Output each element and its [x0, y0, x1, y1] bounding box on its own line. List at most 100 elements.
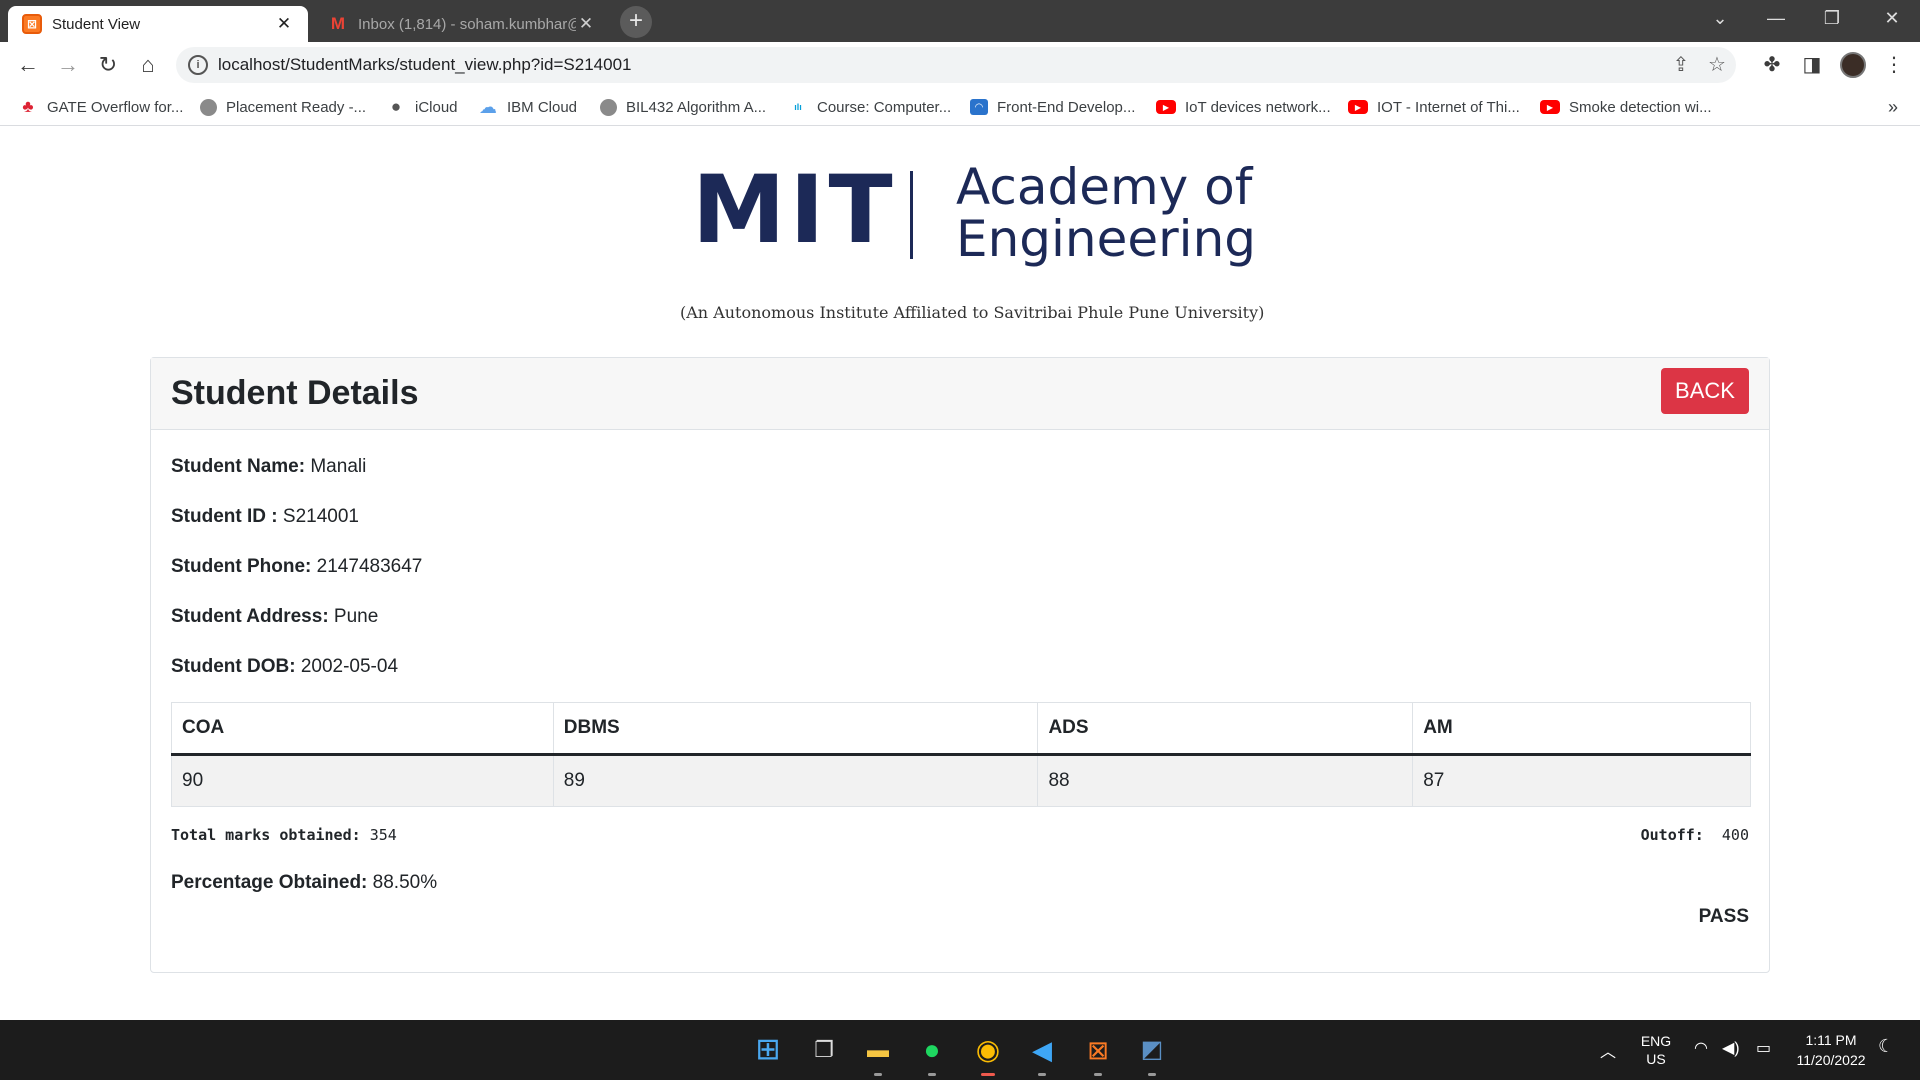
site-info-icon[interactable]: i	[188, 55, 208, 75]
page-title: Student Details	[171, 374, 419, 412]
forward-arrow-icon[interactable]: →	[52, 49, 84, 81]
tab-student-view[interactable]: ⊠ Student View ✕	[8, 6, 308, 42]
clock[interactable]: 1:11 PM 11/20/2022	[1790, 1030, 1872, 1070]
total-label: Total marks obtained:	[171, 826, 361, 844]
lang-line1: ENG	[1640, 1033, 1672, 1049]
tab-inbox[interactable]: M Inbox (1,814) - soham.kumbhar@ ✕	[314, 6, 610, 42]
globe-icon	[600, 98, 617, 116]
coursera-icon: ◠	[970, 99, 988, 115]
minimize-button[interactable]: —	[1748, 0, 1804, 36]
wifi-icon[interactable]: ◠	[1694, 1038, 1708, 1058]
restore-button[interactable]: ❐	[1804, 0, 1860, 36]
table-row: 90 89 88 87	[171, 754, 1751, 807]
table-header-cell: COA	[171, 702, 554, 756]
result-status: PASS	[1698, 906, 1749, 927]
bookmark-label: iCloud	[415, 98, 458, 116]
marks-table: COA DBMS ADS AM 90 89 88 87	[171, 702, 1751, 807]
logo-academy-text: Academy of Engineering	[956, 161, 1256, 265]
bookmark-label: Smoke detection wi...	[1569, 98, 1712, 116]
volume-icon[interactable]: ◀)	[1722, 1038, 1740, 1058]
star-icon[interactable]: ☆	[1702, 50, 1732, 80]
table-cell: 89	[552, 754, 1039, 807]
browser-toolbar: ← → ↻ ⌂ i localhost/StudentMarks/student…	[0, 42, 1920, 88]
globe-icon	[200, 98, 217, 116]
page-content: MIT Academy of Engineering (An Autonomou…	[0, 127, 1920, 1020]
windows-start-icon[interactable]: ⊞	[748, 1030, 788, 1070]
bookmark-smoke-detection[interactable]: ▶ Smoke detection wi...	[1540, 88, 1712, 126]
language-indicator[interactable]: ENG US	[1636, 1032, 1676, 1068]
table-header-cell: DBMS	[552, 702, 1039, 756]
bookmark-ibm-cloud[interactable]: ☁ IBM Cloud	[478, 88, 577, 126]
table-cell: 88	[1037, 754, 1414, 807]
bookmark-gate-overflow[interactable]: ♣ GATE Overflow for...	[18, 88, 183, 126]
avatar[interactable]	[1840, 52, 1866, 78]
student-id-field: Student ID : S214001	[171, 506, 359, 528]
battery-icon[interactable]: ▭	[1756, 1038, 1771, 1058]
logo-line2: Engineering	[956, 210, 1256, 268]
field-value: 2002-05-04	[300, 656, 399, 677]
xampp-icon[interactable]: ⊠	[1078, 1030, 1118, 1076]
percentage-field: Percentage Obtained: 88.50%	[171, 872, 437, 894]
home-icon[interactable]: ⌂	[132, 49, 164, 81]
extensions-icon[interactable]: ✤	[1756, 49, 1788, 81]
close-icon[interactable]: ✕	[274, 14, 294, 34]
student-name-field: Student Name: Manali	[171, 456, 366, 478]
bookmark-course-computer[interactable]: ılı Course: Computer...	[788, 88, 951, 126]
windows-taskbar: ⊞ ❐ ▬ ● ◉ ◀ ⊠ ◩ ︿ ENG US ◠ ◀) ▭ 1:11 PM …	[0, 1020, 1920, 1080]
bookmark-placement-ready[interactable]: Placement Ready -...	[200, 88, 366, 126]
cloud-icon: ☁	[479, 96, 497, 117]
back-arrow-icon[interactable]: ←	[12, 49, 44, 81]
gmail-icon: M	[330, 14, 346, 33]
bookmark-label: Course: Computer...	[817, 98, 952, 116]
tab-search-icon[interactable]: ⌄	[1692, 0, 1748, 36]
more-bookmarks-icon[interactable]: »	[1888, 88, 1898, 126]
lang-line2: US	[1646, 1051, 1666, 1067]
address-bar[interactable]: i localhost/StudentMarks/student_view.ph…	[176, 47, 1736, 83]
menu-icon[interactable]: ⋮	[1878, 49, 1910, 81]
bookmark-icloud[interactable]: ● iCloud	[386, 88, 458, 126]
spotify-icon[interactable]: ●	[912, 1030, 952, 1076]
browser-tab-strip: ⊠ Student View ✕ M Inbox (1,814) - soham…	[0, 0, 1920, 42]
side-panel-icon[interactable]: ◨	[1796, 49, 1828, 81]
bookmark-iot-devices[interactable]: ▶ IoT devices network...	[1156, 88, 1331, 126]
field-label: Student Address:	[171, 606, 329, 627]
field-value: 2147483647	[316, 556, 423, 577]
outoff-marks: Outoff: 400	[1641, 826, 1749, 844]
bookmark-label: IoT devices network...	[1185, 98, 1331, 116]
close-icon[interactable]: ✕	[576, 14, 596, 34]
table-header-cell: AM	[1412, 702, 1751, 756]
tab-title: Student View	[52, 15, 141, 33]
bookmark-label: IOT - Internet of Thi...	[1377, 98, 1520, 116]
field-value: Manali	[310, 456, 367, 477]
vscode-icon[interactable]: ◀	[1022, 1030, 1062, 1076]
percentage-value: 88.50%	[372, 872, 438, 893]
outoff-value: 400	[1721, 826, 1749, 844]
url-text[interactable]: localhost/StudentMarks/student_view.php?…	[218, 47, 631, 83]
mysql-workbench-icon[interactable]: ◩	[1132, 1030, 1172, 1076]
share-icon[interactable]: ⇪	[1666, 50, 1696, 80]
bookmark-label: Placement Ready -...	[226, 98, 367, 116]
bookmark-iot-internet[interactable]: ▶ IOT - Internet of Thi...	[1348, 88, 1520, 126]
table-cell: 87	[1412, 754, 1751, 807]
logo-divider	[910, 171, 913, 259]
new-tab-button[interactable]: +	[620, 6, 652, 38]
logo-line1: Academy of	[956, 158, 1253, 216]
task-view-icon[interactable]: ❐	[804, 1030, 844, 1070]
logo-mit-text: MIT	[692, 156, 897, 265]
field-value: Pune	[333, 606, 379, 627]
back-button[interactable]: BACK	[1661, 368, 1749, 414]
bookmark-label: GATE Overflow for...	[47, 98, 184, 116]
chevron-up-icon[interactable]: ︿	[1600, 1038, 1616, 1062]
mit-logo: MIT Academy of Engineering (An Autonomou…	[680, 156, 1264, 323]
file-explorer-icon[interactable]: ▬	[858, 1030, 898, 1076]
bookmark-bil432[interactable]: BIL432 Algorithm A...	[600, 88, 766, 126]
percentage-label: Percentage Obtained:	[171, 872, 368, 893]
notification-icon[interactable]: ☾	[1878, 1036, 1894, 1057]
field-label: Student Phone:	[171, 556, 312, 577]
close-window-button[interactable]: ✕	[1864, 0, 1920, 36]
time-text: 1:11 PM	[1805, 1032, 1857, 1048]
student-details-card: Student Details BACK Student Name: Manal…	[150, 357, 1770, 973]
bookmark-front-end[interactable]: ◠ Front-End Develop...	[970, 88, 1135, 126]
reload-icon[interactable]: ↻	[92, 49, 124, 81]
chrome-icon[interactable]: ◉	[968, 1030, 1008, 1076]
